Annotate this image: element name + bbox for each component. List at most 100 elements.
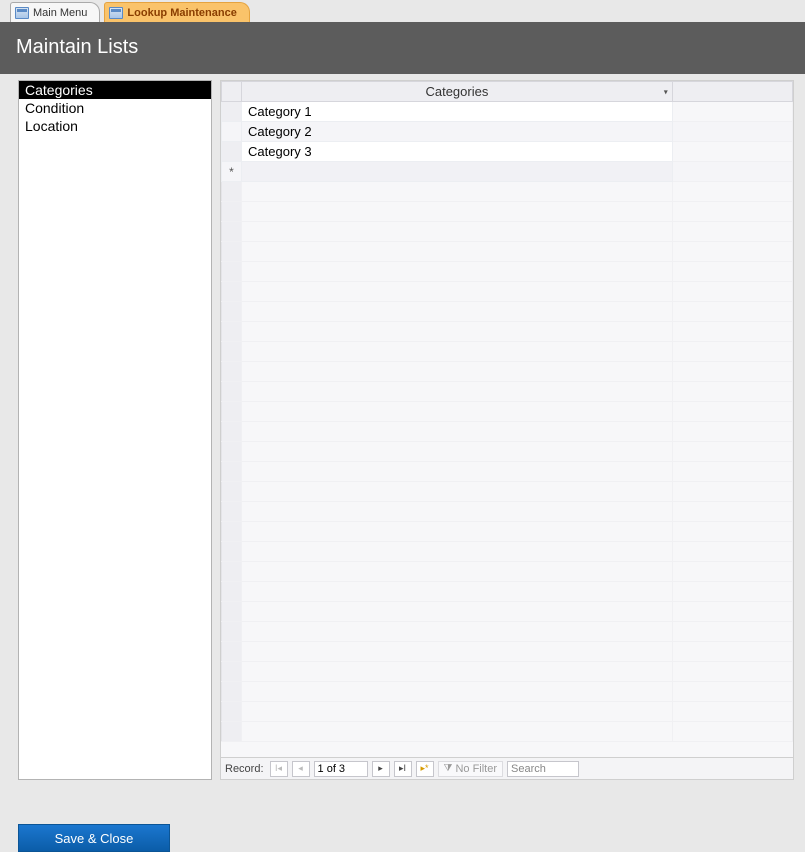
blank-cell bbox=[242, 282, 673, 302]
cell-value[interactable]: Category 3 bbox=[242, 142, 673, 162]
blank-cell bbox=[242, 362, 673, 382]
chevron-down-icon[interactable]: ▾ bbox=[664, 87, 668, 96]
blank-cell bbox=[672, 382, 792, 402]
select-all-cell[interactable] bbox=[222, 82, 242, 102]
blank-cell bbox=[242, 422, 673, 442]
blank-cell bbox=[242, 642, 673, 662]
new-record-button[interactable]: ▸* bbox=[416, 761, 434, 777]
cell-empty[interactable] bbox=[672, 102, 792, 122]
blank-cell bbox=[242, 702, 673, 722]
datasheet-grid[interactable]: Categories ▾ Category 1Category 2Categor… bbox=[221, 81, 793, 757]
blank-cell bbox=[672, 322, 792, 342]
row-selector[interactable] bbox=[222, 142, 242, 162]
blank-row-selector bbox=[222, 662, 242, 682]
tab-main-menu[interactable]: Main Menu bbox=[10, 2, 100, 22]
blank-cell bbox=[672, 282, 792, 302]
blank-row-selector bbox=[222, 642, 242, 662]
cell-value[interactable]: Category 2 bbox=[242, 122, 673, 142]
blank-row-selector bbox=[222, 462, 242, 482]
tab-label: Main Menu bbox=[33, 7, 87, 19]
blank-row-selector bbox=[222, 282, 242, 302]
tab-bar: Main Menu Lookup Maintenance bbox=[0, 0, 805, 22]
blank-row-selector bbox=[222, 702, 242, 722]
blank-cell bbox=[242, 462, 673, 482]
filter-icon: ⧩ bbox=[444, 763, 453, 774]
blank-row-selector bbox=[222, 562, 242, 582]
blank-cell bbox=[242, 382, 673, 402]
blank-cell bbox=[242, 662, 673, 682]
blank-cell bbox=[672, 362, 792, 382]
tab-lookup-maintenance[interactable]: Lookup Maintenance bbox=[104, 2, 249, 22]
blank-cell bbox=[672, 262, 792, 282]
filter-indicator[interactable]: ⧩ No Filter bbox=[438, 761, 503, 777]
cell-empty[interactable] bbox=[672, 162, 792, 182]
row-selector[interactable] bbox=[222, 122, 242, 142]
sidebar-item-condition[interactable]: Condition bbox=[19, 99, 211, 117]
save-close-button[interactable]: Save & Close bbox=[18, 824, 170, 852]
next-record-button[interactable]: ▸ bbox=[372, 761, 390, 777]
prev-record-button[interactable]: ◂ bbox=[292, 761, 310, 777]
sidebar-item-label: Categories bbox=[25, 82, 93, 98]
search-input[interactable] bbox=[507, 761, 579, 777]
record-position-input[interactable] bbox=[314, 761, 368, 777]
last-record-button[interactable]: ▸I bbox=[394, 761, 412, 777]
blank-row-selector bbox=[222, 722, 242, 742]
column-header-categories[interactable]: Categories ▾ bbox=[242, 82, 673, 102]
blank-cell bbox=[672, 682, 792, 702]
first-record-button[interactable]: I◂ bbox=[270, 761, 288, 777]
blank-cell bbox=[672, 642, 792, 662]
blank-cell bbox=[672, 562, 792, 582]
blank-cell bbox=[242, 602, 673, 622]
blank-row-selector bbox=[222, 202, 242, 222]
cell-value[interactable]: Category 1 bbox=[242, 102, 673, 122]
tab-label: Lookup Maintenance bbox=[127, 7, 236, 19]
cell-empty[interactable] bbox=[672, 142, 792, 162]
column-header-blank[interactable] bbox=[672, 82, 792, 102]
blank-row-selector bbox=[222, 482, 242, 502]
blank-row-selector bbox=[222, 602, 242, 622]
sidebar-item-categories[interactable]: Categories bbox=[19, 81, 211, 99]
blank-cell bbox=[672, 222, 792, 242]
blank-cell bbox=[672, 722, 792, 742]
row-selector[interactable] bbox=[222, 102, 242, 122]
blank-cell bbox=[242, 222, 673, 242]
blank-row-selector bbox=[222, 322, 242, 342]
blank-cell bbox=[672, 662, 792, 682]
blank-cell bbox=[242, 402, 673, 422]
blank-cell bbox=[242, 302, 673, 322]
new-row-selector[interactable]: * bbox=[222, 162, 242, 182]
form-icon bbox=[109, 7, 123, 19]
blank-cell bbox=[672, 702, 792, 722]
sidebar-item-label: Condition bbox=[25, 100, 84, 116]
blank-cell bbox=[242, 502, 673, 522]
blank-cell bbox=[242, 682, 673, 702]
blank-row-selector bbox=[222, 222, 242, 242]
datasheet: Categories ▾ Category 1Category 2Categor… bbox=[220, 80, 794, 780]
blank-cell bbox=[242, 522, 673, 542]
blank-cell bbox=[672, 462, 792, 482]
blank-cell bbox=[672, 622, 792, 642]
blank-cell bbox=[242, 442, 673, 462]
blank-cell bbox=[242, 562, 673, 582]
sidebar-list[interactable]: Categories Condition Location bbox=[18, 80, 212, 780]
blank-row-selector bbox=[222, 262, 242, 282]
blank-row-selector bbox=[222, 502, 242, 522]
blank-cell bbox=[672, 202, 792, 222]
page-title: Maintain Lists bbox=[16, 36, 138, 59]
cell-new[interactable] bbox=[242, 162, 673, 182]
blank-cell bbox=[672, 422, 792, 442]
blank-cell bbox=[242, 342, 673, 362]
blank-row-selector bbox=[222, 542, 242, 562]
record-label: Record: bbox=[225, 763, 264, 775]
blank-cell bbox=[242, 582, 673, 602]
blank-row-selector bbox=[222, 302, 242, 322]
sidebar-item-location[interactable]: Location bbox=[19, 117, 211, 135]
cell-empty[interactable] bbox=[672, 122, 792, 142]
content: Categories Condition Location Categories… bbox=[0, 74, 805, 780]
page-header: Maintain Lists bbox=[0, 22, 805, 74]
blank-cell bbox=[242, 242, 673, 262]
blank-cell bbox=[242, 182, 673, 202]
blank-cell bbox=[672, 582, 792, 602]
blank-cell bbox=[672, 402, 792, 422]
blank-cell bbox=[242, 722, 673, 742]
